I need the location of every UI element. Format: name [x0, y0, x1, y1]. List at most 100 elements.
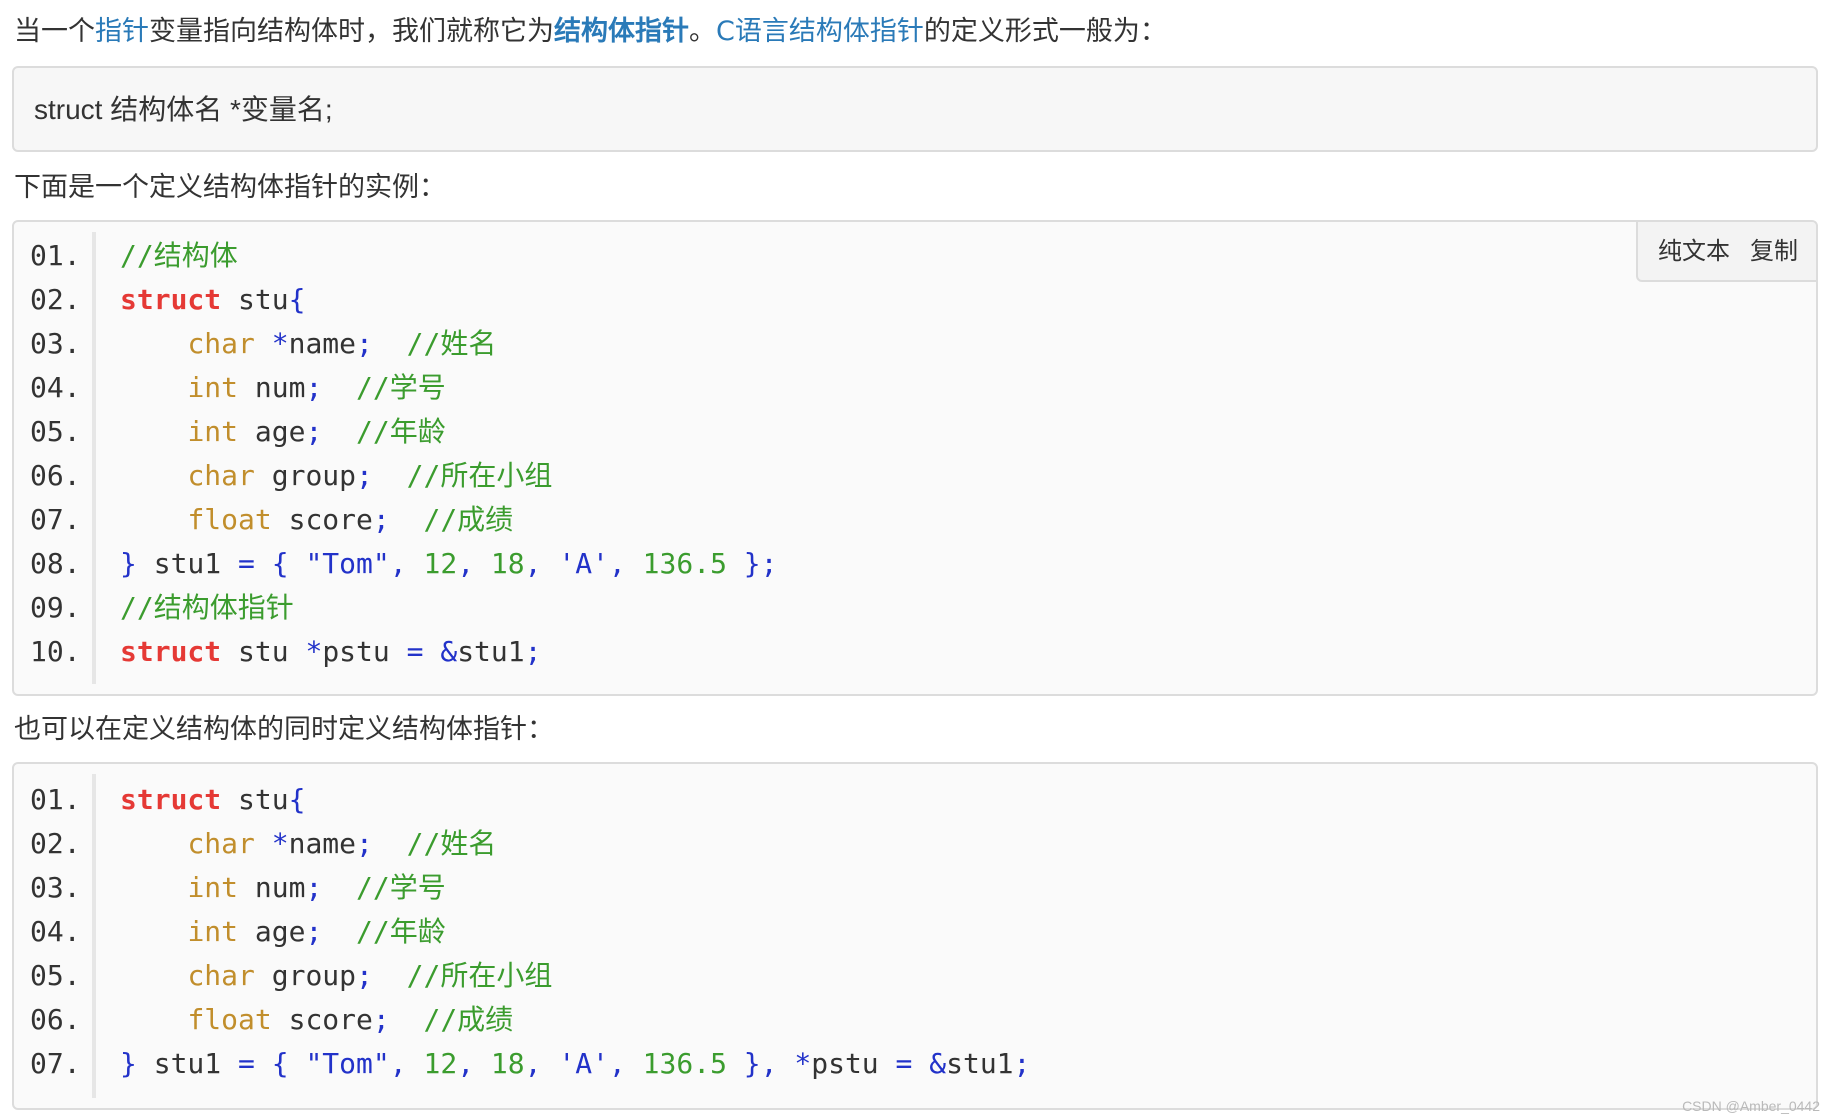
- link-c-struct-pointer[interactable]: C语言结构体指针: [716, 16, 924, 47]
- code-token: =: [895, 1047, 913, 1080]
- code-token: stu: [221, 783, 289, 816]
- code-token: *: [271, 327, 289, 360]
- code-token: }: [120, 547, 137, 580]
- code-token: ,: [389, 547, 407, 580]
- gutter-divider: [92, 232, 96, 684]
- code-token: =: [406, 635, 424, 668]
- code-text: //结构体: [120, 234, 238, 278]
- code-token: ,: [608, 1047, 626, 1080]
- code-token: //年龄: [356, 915, 446, 948]
- code-token: //成绩: [423, 503, 514, 536]
- code-token: ,: [608, 547, 626, 580]
- code-token: pstu: [811, 1047, 896, 1080]
- line-number: 06.: [30, 1003, 81, 1036]
- line-number: 06.: [30, 459, 81, 492]
- csdn-watermark: CSDN @Amber_0442: [1682, 1098, 1820, 1114]
- code-token: group: [254, 959, 357, 992]
- code-token: {: [271, 547, 289, 580]
- code-token: stu1: [136, 1047, 239, 1080]
- code-token: {: [288, 783, 306, 816]
- code-token: 'A': [558, 1047, 609, 1080]
- code-token: int: [187, 415, 239, 448]
- code-token: score: [271, 1003, 373, 1036]
- code-token: char: [187, 827, 255, 860]
- code-text: char *name; //姓名: [120, 822, 496, 866]
- code-text: } stu1 = { "Tom", 12, 18, 'A', 136.5 };: [120, 542, 778, 586]
- code-token: int: [187, 371, 239, 404]
- link-pointer[interactable]: 指针: [95, 16, 149, 47]
- code-token: stu1: [946, 1047, 1014, 1080]
- code-token: ;: [372, 1003, 390, 1036]
- code-text: int age; //年龄: [120, 910, 446, 954]
- bold-struct-pointer: 结构体指针: [554, 16, 689, 47]
- code-token: age: [238, 915, 306, 948]
- code-token: *: [305, 635, 323, 668]
- line-number: 05.: [30, 415, 81, 448]
- also-paragraph: 也可以在定义结构体的同时定义结构体指针：: [14, 714, 554, 745]
- code-token: &: [929, 1047, 947, 1080]
- code-token: name: [288, 827, 357, 860]
- code-token: struct: [120, 283, 222, 316]
- code-token: //姓名: [406, 327, 497, 360]
- line-number: 04.: [30, 915, 81, 948]
- code-token: char: [187, 327, 255, 360]
- code-token: "Tom": [305, 1047, 390, 1080]
- intro-text-2: 变量指向结构体时，我们就称它为: [149, 16, 554, 47]
- code-token: //所在小组: [406, 459, 553, 492]
- code-token: //年龄: [356, 415, 446, 448]
- code-token: };: [743, 547, 778, 580]
- code-text: int age; //年龄: [120, 410, 446, 454]
- code-token: 18: [490, 547, 525, 580]
- code-token: 136.5: [642, 1047, 727, 1080]
- code-token: //所在小组: [406, 959, 553, 992]
- code-token: =: [238, 1047, 255, 1080]
- code-token: },: [743, 1047, 778, 1080]
- code-token: struct: [120, 635, 222, 668]
- plain-text-button[interactable]: 纯文本: [1658, 222, 1730, 280]
- code-token: "Tom": [305, 547, 390, 580]
- line-number: 05.: [30, 959, 81, 992]
- line-number: 03.: [30, 327, 81, 360]
- code-text: char group; //所在小组: [120, 454, 552, 498]
- code-text: //结构体指针: [120, 586, 294, 630]
- code-text: float score; //成绩: [120, 498, 513, 542]
- code-token: 12: [423, 547, 458, 580]
- code-token: stu1: [457, 635, 525, 668]
- copy-button[interactable]: 复制: [1750, 222, 1798, 280]
- code-token: 136.5: [642, 547, 727, 580]
- code-token: ,: [457, 547, 475, 580]
- code-token: 12: [423, 1047, 458, 1080]
- code-token: ;: [356, 827, 373, 860]
- line-number: 09.: [30, 591, 81, 624]
- code-token: *: [271, 827, 289, 860]
- code-token: struct: [120, 783, 222, 816]
- code-token: int: [187, 915, 239, 948]
- code-token: int: [187, 871, 239, 904]
- intro-text-3: 。: [689, 16, 716, 47]
- code-token: stu: [221, 635, 306, 668]
- line-number: 10.: [30, 635, 81, 668]
- code-token: //学号: [356, 371, 446, 404]
- code-token: {: [271, 1047, 289, 1080]
- code-token: 18: [490, 1047, 525, 1080]
